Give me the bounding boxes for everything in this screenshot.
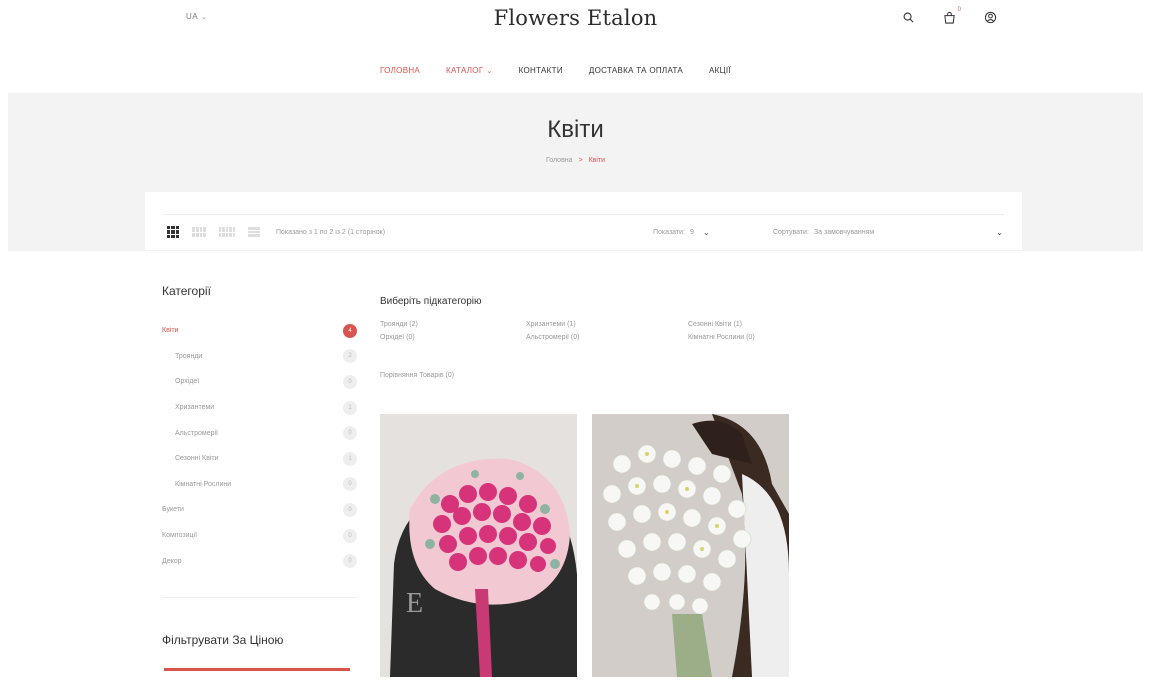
sidebar: Категорії Квіти 4 Троянди 2 Орхідеї 0 Хризанте…	[162, 284, 357, 671]
chevron-down-icon: ⌄	[486, 68, 493, 75]
category-count-badge: 0	[343, 426, 357, 441]
category-count-badge: 0	[343, 374, 357, 389]
show-label: Показати:	[653, 228, 685, 236]
nav-item-home[interactable]: ГОЛОВНА	[380, 66, 420, 75]
subcategory-link[interactable]: Сезонні Квіти (1)	[688, 321, 848, 328]
category-label: Альстромерії	[175, 429, 218, 437]
sidebar-category-item[interactable]: Композиції 0	[162, 523, 357, 549]
show-per-page-select[interactable]: Показати: 9 ⌄	[653, 228, 710, 237]
page-title: Квіти	[547, 116, 604, 143]
nav-label: ДОСТАВКА ТА ОПЛАТА	[588, 66, 684, 75]
category-label: Композиції	[162, 532, 198, 540]
main-content: Виберіть підкатегорію Троянди (2) Хризант…	[380, 296, 1000, 379]
subcategory-list: Троянди (2) Хризантеми (1) Сезонні Квіти (…	[380, 321, 1000, 341]
grid-5-view-icon[interactable]	[219, 227, 235, 237]
sort-label: Сортувати:	[773, 228, 809, 236]
bouquet-pink-roses-image: E	[380, 414, 577, 677]
main-navigation: ГОЛОВНА КАТАЛОГ ⌄ КОНТАКТИ ДОСТАВКА ТА ОП…	[380, 66, 757, 75]
results-count: Показано з 1 по 2 із 2 (1 сторінок)	[276, 228, 386, 236]
sidebar-category-item[interactable]: Альстромерії 0	[162, 420, 357, 446]
nav-label: ГОЛОВНА	[380, 66, 421, 75]
category-label: Сезонні Квіти	[175, 455, 219, 463]
nav-item-delivery[interactable]: ДОСТАВКА ТА ОПЛАТА	[589, 66, 683, 75]
category-count-badge: 0	[343, 477, 357, 492]
chevron-down-icon: ⌄	[996, 227, 1003, 237]
category-list: Квіти 4 Троянди 2 Орхідеї 0 Хризантеми 1 Альстро…	[162, 318, 357, 574]
category-label: Букети	[162, 506, 184, 514]
header-icons: 0	[900, 7, 998, 26]
account-icon[interactable]	[982, 8, 998, 26]
subcategory-link[interactable]: Кімнатні Рослини (0)	[688, 334, 848, 341]
price-filter-title: Фільтрувати За Ціною	[162, 632, 284, 647]
bouquet-white-chrysanthemums-image	[592, 414, 789, 677]
sidebar-divider	[162, 596, 357, 598]
subcategory-link[interactable]: Орхідеї (0)	[380, 334, 526, 341]
sidebar-category-item[interactable]: Хризантеми 1	[162, 395, 357, 421]
product-grid: E	[380, 414, 789, 677]
breadcrumb: Головна > Квіти	[0, 157, 1151, 164]
category-count-badge: 0	[343, 554, 357, 569]
category-count-badge: 0	[343, 528, 357, 543]
cart-count-badge: 0	[957, 7, 961, 13]
category-count-badge: 4	[343, 323, 357, 338]
subcategory-link[interactable]: Альстромерії (0)	[526, 334, 688, 341]
category-label: Кімнатні Рослини	[175, 480, 232, 488]
compare-products-link[interactable]: Порівняння Товарів (0)	[380, 372, 1000, 379]
category-label: Троянди	[175, 352, 203, 360]
sidebar-category-item[interactable]: Букети 0	[162, 497, 357, 523]
category-count-badge: 1	[343, 400, 357, 415]
category-count-badge: 1	[343, 451, 357, 466]
product-card-image[interactable]: E	[380, 414, 577, 677]
category-count-badge: 0	[343, 502, 357, 517]
product-card-image[interactable]	[592, 414, 789, 677]
category-label: Хризантеми	[175, 404, 215, 412]
nav-label: КОНТАКТИ	[518, 66, 563, 75]
grid-view-icon[interactable]	[167, 226, 179, 238]
view-mode-switcher	[167, 226, 260, 238]
sidebar-category-item[interactable]: Сезонні Квіти 1	[162, 446, 357, 472]
svg-text:E: E	[406, 588, 423, 619]
category-count-badge: 2	[343, 349, 357, 364]
breadcrumb-current: Квіти	[588, 157, 606, 164]
chevron-down-icon: ⌄	[702, 227, 710, 237]
site-header: UA ⌄ Flowers Etalon 0 ГОЛОВНА КАТАЛОГ ⌄ К…	[0, 0, 1151, 90]
nav-item-promotions[interactable]: АКЦІЇ	[709, 66, 731, 75]
subcategory-title: Виберіть підкатегорію	[380, 296, 482, 307]
sort-select[interactable]: Сортувати: За замовчуванням ⌄	[773, 227, 1003, 237]
search-icon[interactable]	[900, 8, 916, 26]
category-label: Орхідеї	[175, 378, 200, 386]
price-range-slider[interactable]	[164, 667, 350, 671]
show-value: 9	[689, 228, 694, 236]
subcategory-link[interactable]: Троянди (2)	[380, 321, 526, 328]
list-view-icon[interactable]	[248, 227, 260, 237]
cart-icon[interactable]: 0	[941, 7, 961, 26]
product-toolbar: Показано з 1 по 2 із 2 (1 сторінок) Пока…	[145, 192, 1022, 250]
category-label: Декор	[162, 557, 182, 565]
sidebar-category-item[interactable]: Кімнатні Рослини 0	[162, 472, 357, 498]
categories-title: Категорії	[162, 284, 211, 298]
sidebar-category-item[interactable]: Орхідеї 0	[162, 369, 357, 395]
category-label: Квіти	[162, 327, 179, 335]
sort-value: За замовчуванням	[813, 228, 875, 236]
sidebar-category-item[interactable]: Квіти 4	[162, 318, 357, 344]
sidebar-category-item[interactable]: Декор 0	[162, 548, 357, 574]
nav-label: КАТАЛОГ	[446, 66, 484, 75]
sidebar-category-item[interactable]: Троянди 2	[162, 344, 357, 370]
breadcrumb-home[interactable]: Головна	[546, 157, 573, 164]
subcategory-link[interactable]: Хризантеми (1)	[526, 321, 688, 328]
nav-label: АКЦІЇ	[709, 66, 731, 75]
breadcrumb-separator: >	[578, 157, 583, 164]
nav-item-contacts[interactable]: КОНТАКТИ	[519, 66, 563, 75]
nav-item-catalog[interactable]: КАТАЛОГ ⌄	[446, 66, 493, 75]
grid-4-view-icon[interactable]	[192, 227, 206, 237]
